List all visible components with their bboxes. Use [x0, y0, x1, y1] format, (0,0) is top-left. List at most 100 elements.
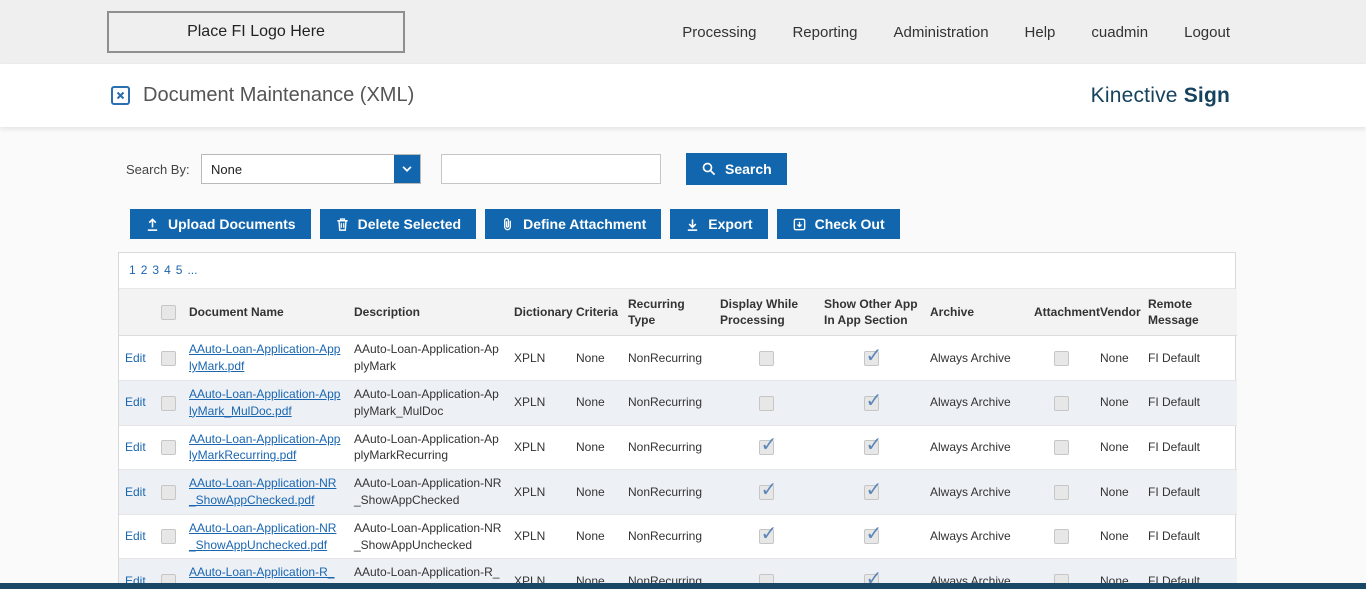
attachment-checkbox[interactable]: [1054, 396, 1069, 411]
documents-table: Document Name Description Dictionary Cri…: [119, 289, 1237, 589]
description-cell: AAuto-Loan-Application-ApplyMark: [348, 336, 508, 381]
page-link[interactable]: 4: [164, 263, 171, 277]
vendor-cell: None: [1094, 380, 1142, 425]
display-while-processing-cell: [714, 425, 818, 470]
page-link[interactable]: 3: [152, 263, 159, 277]
display-while-processing-checkbox[interactable]: [759, 396, 774, 411]
search-button[interactable]: Search: [686, 153, 787, 185]
col-criteria: Criteria: [570, 289, 622, 336]
remote-message-cell: FI Default: [1142, 514, 1237, 559]
row-select-checkbox[interactable]: [161, 440, 176, 455]
show-other-app-checkbox[interactable]: [864, 396, 879, 411]
document-name-link[interactable]: AAuto-Loan-Application-ApplyMark.pdf: [189, 342, 340, 373]
page-link[interactable]: 1: [129, 263, 136, 277]
attachment-checkbox[interactable]: [1054, 529, 1069, 544]
edit-link[interactable]: Edit: [125, 485, 146, 499]
nav-processing[interactable]: Processing: [682, 24, 756, 41]
recurring-type-cell: NonRecurring: [622, 425, 714, 470]
export-label: Export: [708, 216, 752, 232]
search-input[interactable]: [441, 154, 661, 184]
row-select-checkbox[interactable]: [161, 351, 176, 366]
show-other-app-checkbox[interactable]: [864, 485, 879, 500]
col-vendor: Vendor: [1094, 289, 1142, 336]
attachment-cell: [1028, 470, 1094, 515]
upload-documents-button[interactable]: Upload Documents: [130, 209, 311, 239]
document-name-link[interactable]: AAuto-Loan-Application-NR_ShowAppUncheck…: [189, 521, 336, 552]
upload-icon: [145, 217, 160, 232]
page-title: Document Maintenance (XML): [143, 84, 414, 107]
document-name-link[interactable]: AAuto-Loan-Application-ApplyMark_MulDoc.…: [189, 387, 340, 418]
nav-help[interactable]: Help: [1025, 24, 1056, 41]
display-while-processing-checkbox[interactable]: [759, 440, 774, 455]
export-button[interactable]: Export: [670, 209, 767, 239]
dropdown-toggle-button[interactable]: [394, 155, 420, 183]
documents-table-container: 12345... Document Name Description Dicti…: [118, 252, 1236, 589]
xml-document-icon: [110, 85, 131, 106]
display-while-processing-cell: [714, 380, 818, 425]
attachment-checkbox[interactable]: [1054, 440, 1069, 455]
description-cell: AAuto-Loan-Application-NR_ShowAppUncheck…: [348, 514, 508, 559]
recurring-type-cell: NonRecurring: [622, 470, 714, 515]
nav-logout[interactable]: Logout: [1184, 24, 1230, 41]
edit-link[interactable]: Edit: [125, 529, 146, 543]
document-name-cell: AAuto-Loan-Application-NR_ShowAppChecked…: [183, 470, 348, 515]
col-recurring-type: Recurring Type: [622, 289, 714, 336]
search-by-dropdown[interactable]: None: [201, 154, 421, 184]
document-name-cell: AAuto-Loan-Application-ApplyMarkRecurrin…: [183, 425, 348, 470]
row-select-cell: [153, 425, 183, 470]
download-arrow-icon: [685, 217, 700, 232]
archive-cell: Always Archive: [924, 425, 1028, 470]
show-other-app-cell: [818, 380, 924, 425]
vendor-cell: None: [1094, 514, 1142, 559]
toolbar: Upload Documents Delete Selected Define …: [130, 209, 1366, 239]
col-document-name: Document Name: [183, 289, 348, 336]
nav-reporting[interactable]: Reporting: [792, 24, 857, 41]
paperclip-icon: [500, 217, 515, 232]
nav-cuadmin[interactable]: cuadmin: [1091, 24, 1148, 41]
check-out-button[interactable]: Check Out: [777, 209, 900, 239]
show-other-app-checkbox[interactable]: [864, 440, 879, 455]
search-by-label: Search By:: [126, 162, 201, 177]
document-name-cell: AAuto-Loan-Application-ApplyMark.pdf: [183, 336, 348, 381]
col-description: Description: [348, 289, 508, 336]
check-out-icon: [792, 217, 807, 232]
recurring-type-cell: NonRecurring: [622, 514, 714, 559]
remote-message-cell: FI Default: [1142, 470, 1237, 515]
show-other-app-cell: [818, 425, 924, 470]
archive-cell: Always Archive: [924, 470, 1028, 515]
document-name-link[interactable]: AAuto-Loan-Application-ApplyMarkRecurrin…: [189, 432, 340, 463]
show-other-app-checkbox[interactable]: [864, 529, 879, 544]
display-while-processing-checkbox[interactable]: [759, 529, 774, 544]
edit-link[interactable]: Edit: [125, 351, 146, 365]
attachment-checkbox[interactable]: [1054, 351, 1069, 366]
brand-logo: Kinective Sign: [1091, 84, 1230, 108]
description-cell: AAuto-Loan-Application-NR_ShowAppChecked: [348, 470, 508, 515]
archive-cell: Always Archive: [924, 336, 1028, 381]
delete-selected-button[interactable]: Delete Selected: [320, 209, 477, 239]
show-other-app-cell: [818, 470, 924, 515]
display-while-processing-checkbox[interactable]: [759, 351, 774, 366]
criteria-cell: None: [570, 425, 622, 470]
remote-message-cell: FI Default: [1142, 336, 1237, 381]
nav-administration[interactable]: Administration: [894, 24, 989, 41]
row-select-checkbox[interactable]: [161, 529, 176, 544]
table-row: Edit AAuto-Loan-Application-ApplyMark.pdf…: [119, 336, 1237, 381]
dictionary-cell: XPLN: [508, 336, 570, 381]
document-name-link[interactable]: AAuto-Loan-Application-NR_ShowAppChecked…: [189, 476, 336, 507]
define-attachment-button[interactable]: Define Attachment: [485, 209, 661, 239]
page-link[interactable]: 5: [176, 263, 183, 277]
edit-link[interactable]: Edit: [125, 395, 146, 409]
attachment-checkbox[interactable]: [1054, 485, 1069, 500]
select-all-checkbox[interactable]: [161, 305, 176, 320]
criteria-cell: None: [570, 470, 622, 515]
show-other-app-checkbox[interactable]: [864, 351, 879, 366]
page-link[interactable]: ...: [187, 263, 197, 277]
trash-icon: [335, 217, 350, 232]
row-select-checkbox[interactable]: [161, 485, 176, 500]
page-link[interactable]: 2: [141, 263, 148, 277]
description-cell: AAuto-Loan-Application-ApplyMark_MulDoc: [348, 380, 508, 425]
display-while-processing-cell: [714, 470, 818, 515]
row-select-checkbox[interactable]: [161, 396, 176, 411]
display-while-processing-checkbox[interactable]: [759, 485, 774, 500]
edit-link[interactable]: Edit: [125, 440, 146, 454]
